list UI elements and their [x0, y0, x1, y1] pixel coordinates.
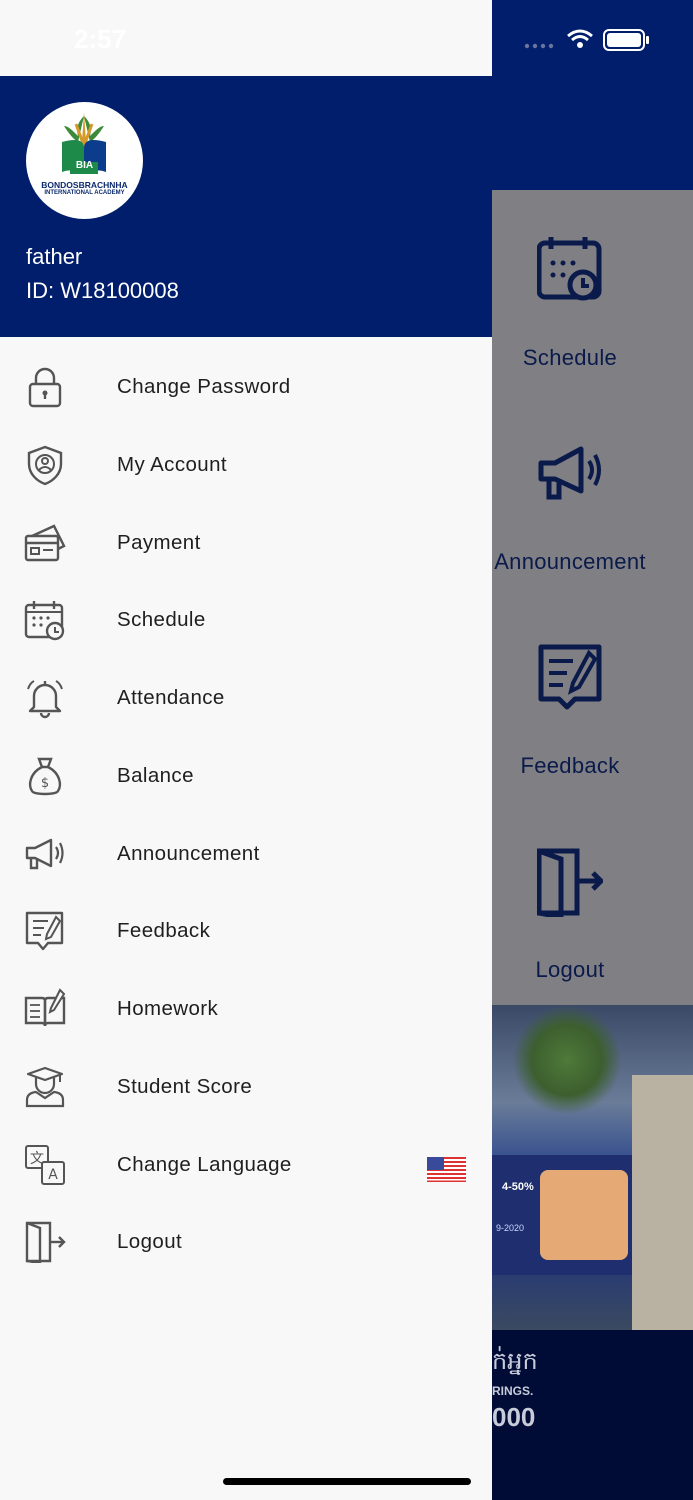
calendar-clock-icon: [24, 601, 65, 641]
feedback-note-icon: [25, 912, 64, 951]
menu-item-attendance[interactable]: Attendance: [0, 660, 492, 738]
menu-item-label: Schedule: [117, 608, 206, 632]
tile-schedule-label: Schedule: [522, 345, 618, 370]
menu-item-label: Change Language: [117, 1152, 292, 1176]
logout-door-icon: [537, 848, 603, 917]
user-name: father: [26, 244, 83, 269]
lock-icon: [28, 367, 62, 408]
money-bag-icon: $: [28, 757, 62, 795]
menu-item-label: Payment: [117, 530, 201, 554]
tile-schedule[interactable]: Schedule: [492, 190, 693, 390]
us-flag-icon[interactable]: [427, 1156, 466, 1182]
menu-item-balance[interactable]: $ Balance: [0, 738, 492, 816]
promo-number: 000: [492, 1402, 536, 1432]
book-pencil-icon: [24, 988, 66, 1027]
signal-wifi-battery-icon: [524, 29, 649, 51]
menu-item-label: Attendance: [117, 686, 225, 709]
promo-khmer-text: ក់អ្នក: [492, 1348, 538, 1375]
menu-item-schedule[interactable]: Schedule: [0, 582, 492, 660]
menu-item-feedback[interactable]: Feedback: [0, 893, 492, 971]
calendar-clock-icon: [537, 237, 602, 301]
photo-year-text: 9-2020: [496, 1223, 525, 1233]
menu-item-announcement[interactable]: Announcement: [0, 816, 492, 894]
bell-icon: [27, 680, 63, 719]
feedback-note-icon: [538, 644, 602, 710]
menu-item-my-account[interactable]: My Account: [0, 427, 492, 505]
tile-logout[interactable]: Logout: [492, 802, 693, 1002]
drawer-menu: Change Password My Account Payment Sched…: [0, 349, 492, 1282]
school-photo-banner: 4-50% 9-2020: [492, 1005, 693, 1330]
menu-item-label: Announcement: [117, 841, 260, 865]
navigation-drawer: 2:57 BIA BONDOSBRACHNHA INTERNATIONAL AC…: [0, 0, 492, 1500]
logout-door-icon: [25, 1222, 66, 1264]
menu-item-change-password[interactable]: Change Password: [0, 349, 492, 427]
tile-announcement-label: Announcement: [494, 549, 646, 574]
status-time: 2:57: [74, 24, 127, 54]
photo-discount-text: 4-50%: [502, 1181, 534, 1193]
user-id: ID: W18100008: [26, 278, 179, 303]
menu-item-change-language[interactable]: 文 A Change Language: [0, 1127, 492, 1205]
graduate-icon: [25, 1066, 65, 1107]
status-bar: 2:57: [0, 0, 492, 76]
promo-footer: ក់អ្នក RINGS. 000: [492, 1330, 693, 1500]
home-indicator[interactable]: [223, 1478, 471, 1485]
menu-item-label: My Account: [117, 452, 227, 476]
shield-user-icon: [27, 445, 63, 486]
status-indicators: [524, 26, 654, 56]
menu-item-logout[interactable]: Logout: [0, 1204, 492, 1282]
payment-card-icon: [24, 523, 66, 561]
menu-item-homework[interactable]: Homework: [0, 971, 492, 1049]
menu-item-payment[interactable]: Payment: [0, 505, 492, 583]
tile-logout-label: Logout: [535, 957, 605, 982]
tile-announcement[interactable]: Announcement: [492, 394, 693, 594]
menu-item-label: Change Password: [117, 375, 291, 398]
drawer-profile-header: BIA BONDOSBRACHNHA INTERNATIONAL ACADEMY…: [0, 76, 492, 337]
menu-item-label: Homework: [117, 997, 219, 1020]
menu-item-label: Logout: [117, 1230, 183, 1254]
translate-icon: 文 A: [25, 1144, 65, 1185]
photo-child: [540, 1170, 628, 1260]
tile-feedback-label: Feedback: [520, 753, 620, 778]
logo-line1: BONDOSBRACHNHA: [41, 180, 128, 190]
tile-feedback[interactable]: Feedback: [492, 598, 693, 798]
menu-item-label: Feedback: [117, 919, 211, 943]
school-logo: BIA BONDOSBRACHNHA INTERNATIONAL ACADEMY: [26, 102, 143, 219]
svg-text:A: A: [48, 1167, 58, 1183]
menu-item-label: Balance: [117, 763, 194, 787]
megaphone-icon: [25, 838, 64, 869]
logo-badge: BIA: [75, 160, 94, 171]
menu-item-label: Student Score: [117, 1074, 253, 1098]
menu-item-student-score[interactable]: Student Score: [0, 1049, 492, 1127]
megaphone-icon: [538, 446, 601, 500]
logo-line2: INTERNATIONAL ACADEMY: [44, 190, 125, 196]
photo-wall: [632, 1075, 693, 1330]
svg-text:$: $: [41, 776, 49, 791]
promo-caption: RINGS.: [492, 1384, 534, 1398]
photo-tree: [512, 1005, 622, 1115]
